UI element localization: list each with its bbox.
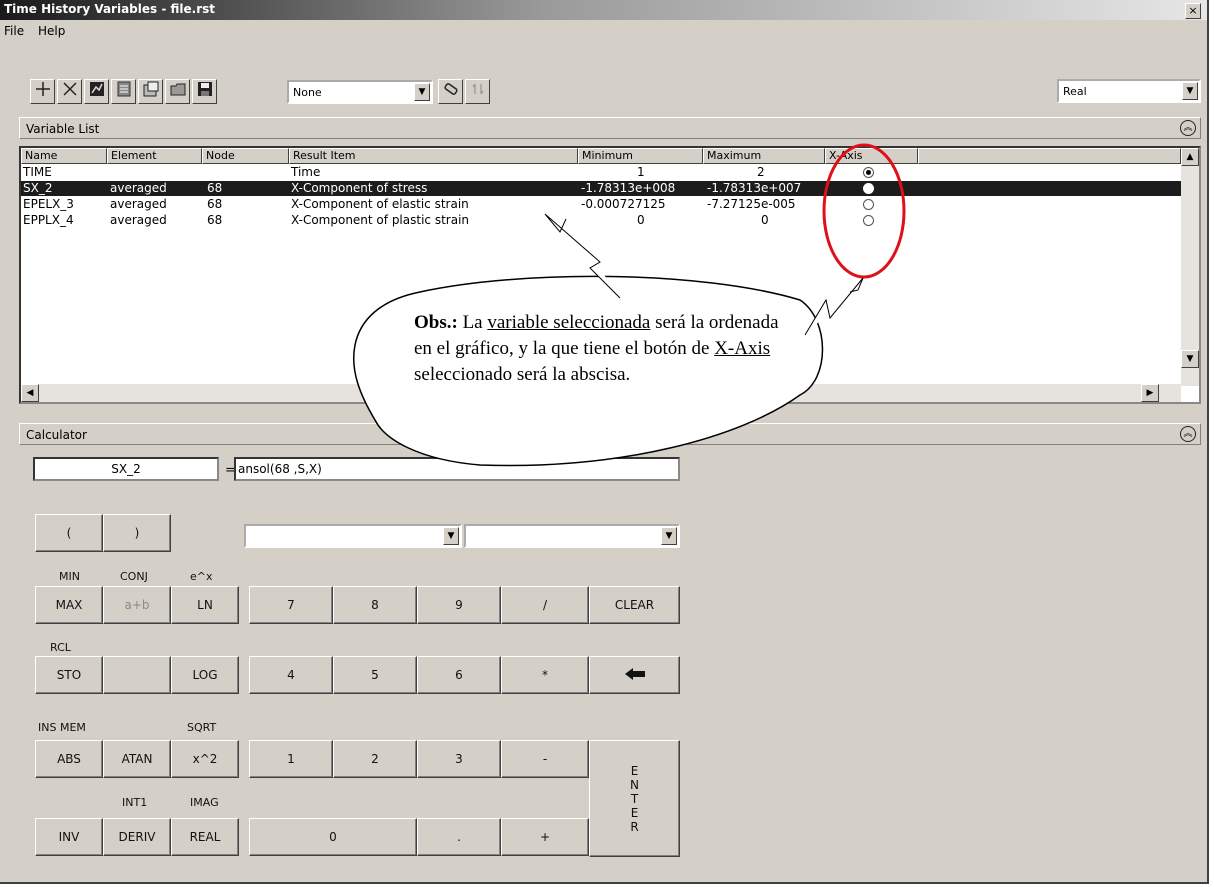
callout-text: Obs.: La variable seleccionada será la o… xyxy=(414,310,794,388)
callout-obs: Obs.: xyxy=(414,312,458,333)
annotation-overlay xyxy=(352,143,906,467)
callout-t2: variable seleccionada xyxy=(487,312,651,333)
callout-t4: X-Axis xyxy=(714,338,771,359)
callout-t1: La xyxy=(457,312,488,333)
x-axis-highlight-ellipse xyxy=(822,143,906,279)
callout-pointer-right xyxy=(804,277,864,336)
callout-t5: seleccionado será la abscisa. xyxy=(414,364,631,385)
